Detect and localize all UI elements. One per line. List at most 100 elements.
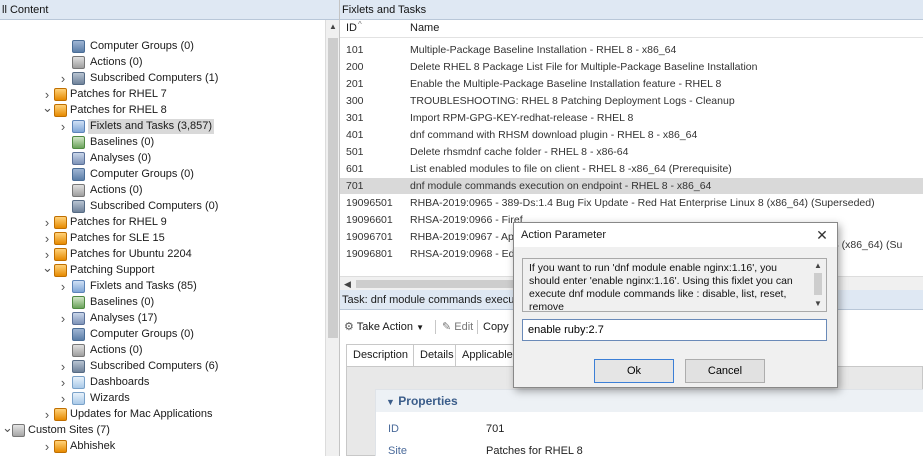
close-icon[interactable]: ✕ (815, 223, 829, 247)
column-name[interactable]: Name (410, 22, 439, 34)
tree-item[interactable]: › Fixlets and Tasks (3,857) (0, 119, 325, 134)
tree-item[interactable]: Analyses (0) (0, 151, 325, 166)
tree-item[interactable]: Actions (0) (0, 183, 325, 198)
chevron-down-icon[interactable]: ⌄ (42, 101, 53, 118)
chevron-right-icon[interactable]: › (58, 311, 68, 326)
scrollbar-thumb[interactable] (356, 280, 516, 288)
chevron-right-icon[interactable]: › (58, 391, 68, 406)
tree-item[interactable]: Actions (0) (0, 55, 325, 70)
message-scrollbar[interactable]: ▲ ▼ (811, 260, 825, 310)
parameter-input[interactable] (522, 319, 827, 341)
tree-item[interactable]: ⌄ Patches for RHEL 8 (0, 101, 325, 118)
actions-icon (72, 184, 85, 197)
tree-item[interactable]: › Fixlets and Tasks (85) (0, 279, 325, 294)
tree-item-label: Patches for RHEL 8 (70, 104, 167, 116)
property-row: ID 701 (376, 418, 923, 440)
dialog-message: If you want to run 'dnf module enable ng… (522, 258, 827, 312)
cell-id: 301 (346, 112, 364, 124)
tree-item-label: Updates for Mac Applications (70, 408, 213, 420)
properties-header[interactable]: ▼ Properties (376, 390, 923, 412)
scroll-down-icon[interactable]: ▼ (811, 298, 825, 310)
tree-item[interactable]: › Analyses (17) (0, 311, 325, 326)
folder-icon (72, 376, 85, 389)
property-value: Patches for RHEL 8 (486, 445, 583, 456)
analyses-icon (72, 312, 85, 325)
tree-item-label: Computer Groups (0) (90, 328, 194, 340)
tree-item[interactable]: › Patches for SLE 15 (0, 231, 325, 246)
chevron-right-icon[interactable]: › (58, 71, 68, 86)
table-row[interactable]: 401 dnf command with RHSM download plugin… (340, 127, 923, 143)
tree-item[interactable]: ⌄ Patching Support (0, 261, 325, 278)
cell-name: TROUBLESHOOTING: RHEL 8 Patching Deploym… (410, 95, 735, 107)
table-row[interactable]: 601 List enabled modules to file on clien… (340, 161, 923, 177)
tree-item-label: Subscribed Computers (1) (90, 72, 219, 84)
table-row[interactable]: 19096501 RHBA-2019:0965 - 389-Ds:1.4 Bug … (340, 195, 923, 211)
cell-name: RHSA-2019:0966 - Firef (410, 214, 523, 226)
tree-item-label: Patching Support (70, 264, 155, 276)
scrollbar-thumb[interactable] (814, 273, 822, 295)
table-row[interactable]: 300 TROUBLESHOOTING: RHEL 8 Patching Depl… (340, 93, 923, 109)
cell-name: dnf module commands execution on endpoin… (410, 180, 712, 192)
tree-item[interactable]: Baselines (0) (0, 295, 325, 310)
edit-button[interactable]: ✎ Edit (442, 316, 473, 338)
folder-icon (72, 392, 85, 405)
chevron-right-icon[interactable]: › (58, 375, 68, 390)
tree-item[interactable]: Baselines (0) (0, 135, 325, 150)
tree-item[interactable]: › Subscribed Computers (6) (0, 359, 325, 374)
cancel-button[interactable]: Cancel (685, 359, 765, 383)
table-row[interactable]: 501 Delete rhsmdnf cache folder - RHEL 8 … (340, 144, 923, 160)
tree-item-label: Abhishek (70, 440, 116, 452)
table-row[interactable]: 701 dnf module commands execution on endp… (340, 178, 923, 194)
scrollbar-thumb[interactable] (328, 38, 338, 338)
scroll-left-icon[interactable]: ◀ (344, 277, 351, 290)
left-pane-scrollbar[interactable]: ▲ (325, 20, 339, 456)
tree-item[interactable]: Computer Groups (0) (0, 327, 325, 342)
cell-id: 701 (346, 180, 364, 192)
tree-item-label: Computer Groups (0) (90, 40, 194, 52)
tree-item[interactable]: ⌄ Custom Sites (7) (0, 421, 325, 438)
tree-item[interactable]: Subscribed Computers (0) (0, 199, 325, 214)
property-key: ID (388, 423, 399, 435)
collapse-triangle-icon: ▼ (386, 397, 395, 407)
tree-item-label: Wizards (90, 392, 130, 404)
chevron-right-icon[interactable]: › (58, 119, 68, 134)
site-icon (54, 216, 67, 229)
chevron-right-icon[interactable]: › (42, 215, 52, 230)
tree-item[interactable]: › Patches for RHEL 9 (0, 215, 325, 230)
chevron-right-icon[interactable]: › (42, 439, 52, 454)
property-row: Site Patches for RHEL 8 (376, 440, 923, 456)
chevron-right-icon[interactable]: › (58, 279, 68, 294)
tree-item[interactable]: › Updates for Mac Applications (0, 407, 325, 422)
chevron-right-icon[interactable]: › (42, 231, 52, 246)
tree-item[interactable]: › Wizards (0, 391, 325, 406)
tree-item-label: Custom Sites (7) (28, 424, 110, 436)
table-row[interactable]: 301 Import RPM-GPG-KEY-redhat-release - R… (340, 110, 923, 126)
tree-item[interactable]: › Dashboards (0, 375, 325, 390)
chevron-right-icon[interactable]: › (58, 359, 68, 374)
tree-item[interactable]: Computer Groups (0) (0, 167, 325, 182)
chevron-down-icon[interactable]: ⌄ (42, 261, 53, 278)
chevron-down-icon[interactable]: ⌄ (2, 421, 13, 438)
column-id[interactable]: ID (346, 22, 357, 34)
tree-item[interactable]: › Abhishek (0, 439, 325, 454)
tree-item[interactable]: Computer Groups (0) (0, 39, 325, 54)
tree-item[interactable]: › Subscribed Computers (1) (0, 71, 325, 86)
toolbar-divider (477, 320, 478, 334)
take-action-button[interactable]: ⚙ Take Action ▼ (344, 316, 424, 339)
tree-item-label: Patches for RHEL 7 (70, 88, 167, 100)
ok-button[interactable]: Ok (594, 359, 674, 383)
table-row[interactable]: 201 Enable the Multiple-Package Baseline … (340, 76, 923, 92)
table-row[interactable]: 101 Multiple-Package Baseline Installatio… (340, 42, 923, 58)
subscribed-computers-icon (72, 200, 85, 213)
all-content-header: ll Content (0, 0, 339, 20)
tab-description[interactable]: Description (346, 344, 416, 366)
scroll-up-icon[interactable]: ▲ (326, 20, 339, 34)
tab-details[interactable]: Details (413, 344, 461, 366)
table-row[interactable]: 200 Delete RHEL 8 Package List File for M… (340, 59, 923, 75)
cell-id: 200 (346, 61, 364, 73)
copy-button[interactable]: Copy (483, 316, 509, 338)
chevron-right-icon[interactable]: › (42, 407, 52, 422)
cell-name: dnf command with RHSM download plugin - … (410, 129, 698, 141)
tree-item[interactable]: Actions (0) (0, 343, 325, 358)
scroll-up-icon[interactable]: ▲ (811, 260, 825, 272)
